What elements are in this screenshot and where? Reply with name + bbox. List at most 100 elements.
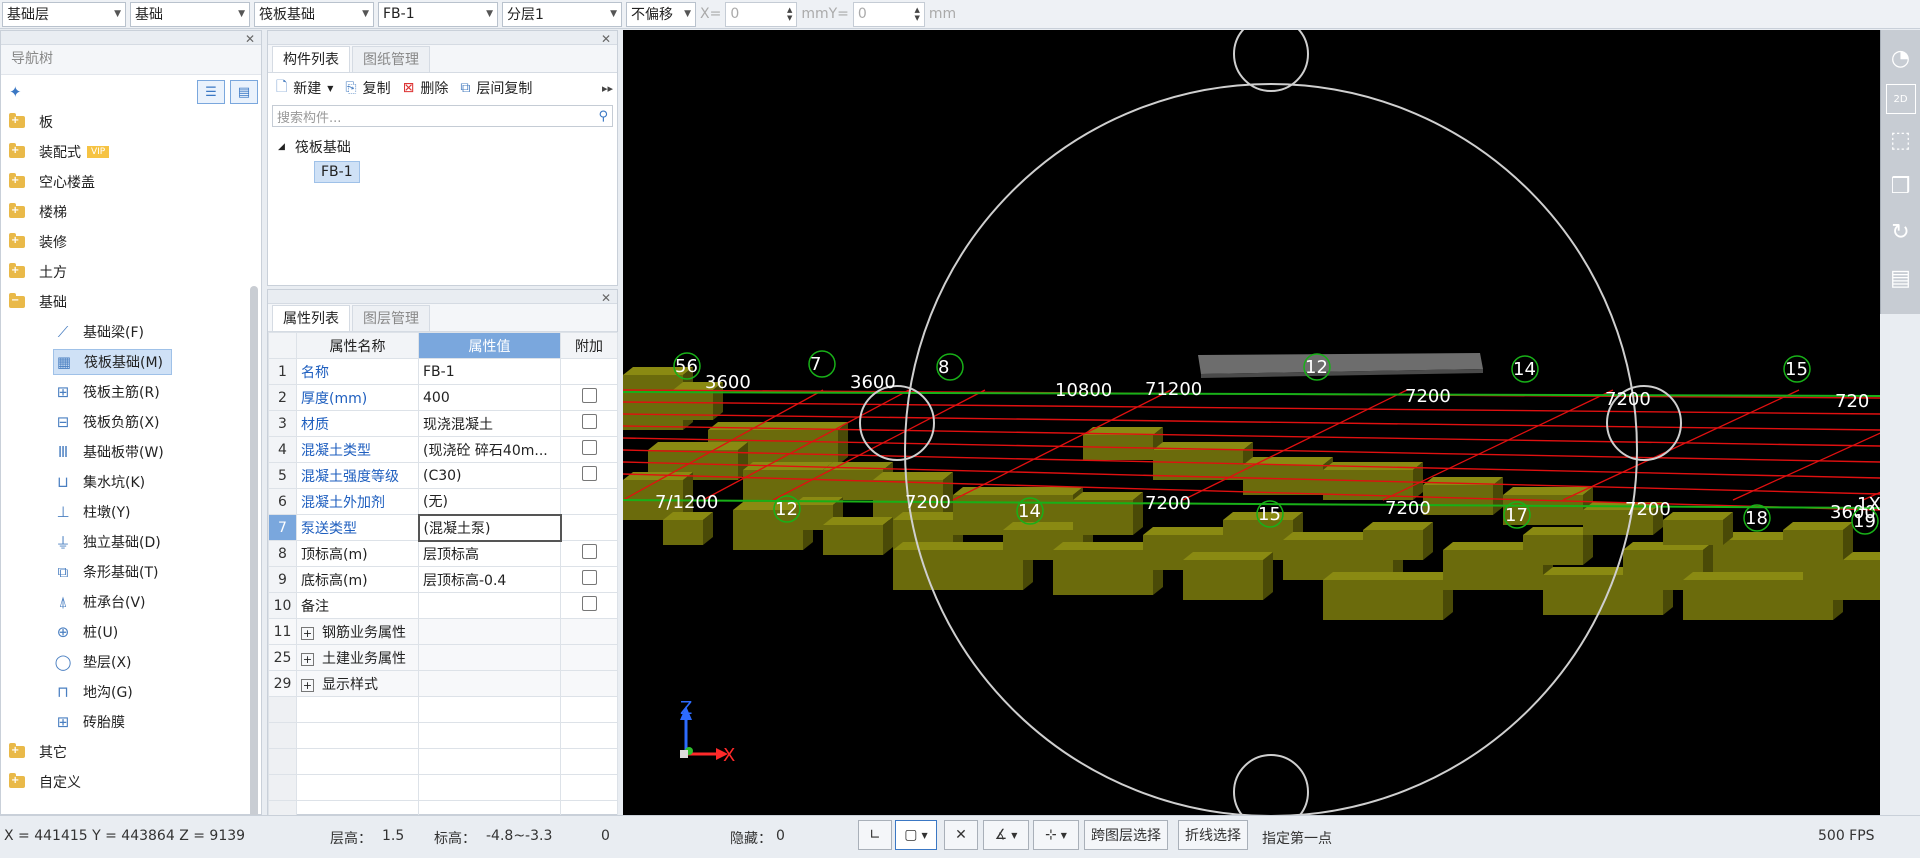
folder-icon[interactable]: +	[9, 263, 25, 278]
property-value[interactable]: 400	[418, 384, 561, 411]
nav-item-strip-footing[interactable]: ⧉ 条形基础(T)	[53, 559, 166, 585]
list-view-icon[interactable]: ☰	[197, 80, 225, 104]
nav-folder-nav.tree5[interactable]: + 土方	[9, 259, 67, 285]
tab-component-list[interactable]: 构件列表	[272, 46, 350, 72]
nav-item-raft-foundation[interactable]: ▦ 筏板基础(M)	[53, 349, 173, 375]
tab-layer-management[interactable]: 图层管理	[352, 305, 430, 331]
component-item-fb1[interactable]: FB-1	[314, 161, 360, 183]
property-value[interactable]: (混凝土泵)	[417, 513, 562, 542]
raft-slab[interactable]	[1198, 353, 1483, 378]
expand-icon[interactable]: +	[301, 678, 314, 692]
viewport-canvas[interactable]: 56 3600 7 3600 8 10800 71200 12 7200 14 7200 15 720 7…	[623, 30, 1880, 815]
nav-folder-nav.tree4[interactable]: + 装修	[9, 229, 67, 255]
close-icon[interactable]: ✕	[601, 291, 611, 305]
property-row[interactable]: 10 备注	[268, 592, 618, 619]
nav-scrollbar[interactable]	[250, 286, 258, 826]
3d-view-icon[interactable]: ⬚	[1885, 120, 1917, 160]
property-row[interactable]: 7 泵送类型 (混凝土泵)	[268, 513, 618, 542]
property-group-row[interactable]: 25 + 土建业务属性	[268, 644, 618, 671]
orthogonal-icon[interactable]: ∟	[858, 820, 892, 850]
nav-item-sump-pit[interactable]: ⊔ 集水坑(K)	[53, 469, 153, 495]
nav-item-beam[interactable]: ⟋ 基础梁(F)	[53, 319, 152, 345]
delete-button[interactable]: ⊠ 删除	[403, 78, 449, 98]
nav-item-isolated-footing[interactable]: ⏚ 独立基础(D)	[53, 529, 169, 555]
nav-item-brick-mold[interactable]: ⊞ 砖胎膜	[53, 709, 133, 735]
orbit-icon[interactable]: ◔	[1885, 38, 1917, 78]
layer-select[interactable]: 分层1 ▼	[502, 1, 622, 27]
offset-select[interactable]: 不偏移 ▼	[626, 1, 696, 27]
extra-checkbox[interactable]	[581, 544, 597, 559]
new-button[interactable]: 🗋 新建 ▼	[276, 76, 333, 100]
close-icon[interactable]: ✕	[601, 32, 611, 46]
property-value[interactable]: 层顶标高	[418, 540, 561, 567]
spin-arrows-icon[interactable]: ▲ ▼	[787, 6, 792, 22]
property-group-row[interactable]: 29 + 显示样式	[268, 670, 618, 697]
nav-item-pile[interactable]: ⊕ 桩(U)	[53, 619, 126, 645]
folder-icon[interactable]: +	[9, 113, 25, 128]
nav-folder-nav.tree2[interactable]: + 空心楼盖	[9, 169, 95, 195]
x-offset-input[interactable]: 0 ▲ ▼	[725, 1, 798, 27]
nav-folder-nav.tree_after1[interactable]: + 自定义	[9, 769, 81, 795]
property-value[interactable]: 层顶标高-0.4	[418, 566, 561, 593]
tab-drawing-management[interactable]: 图纸管理	[352, 46, 430, 72]
component-search-input[interactable]: 搜索构件... ⚲	[272, 105, 613, 127]
folder-icon[interactable]: +	[9, 143, 25, 158]
nav-folder-nav.tree6[interactable]: − 基础	[9, 289, 67, 315]
expand-icon[interactable]: +	[301, 626, 314, 640]
cross-layer-select-button[interactable]: 跨图层选择	[1084, 820, 1168, 850]
extra-checkbox[interactable]	[581, 440, 597, 455]
folder-icon[interactable]: +	[9, 743, 25, 758]
nav-item-pile-cap[interactable]: ⍋ 桩承台(V)	[53, 589, 154, 615]
3d-viewport[interactable]: 56 3600 7 3600 8 10800 71200 12 7200 14 7200 15 720 7…	[623, 30, 1880, 815]
panel-view-icon[interactable]: ▤	[230, 80, 258, 104]
property-group-name[interactable]: + 钢筋业务属性	[296, 618, 419, 645]
property-row[interactable]: 1 名称 FB-1	[268, 358, 618, 385]
folder-icon[interactable]: +	[9, 203, 25, 218]
folder-icon[interactable]: +	[9, 233, 25, 248]
polyline-select-button[interactable]: 折线选择	[1178, 820, 1248, 850]
property-group-name[interactable]: + 土建业务属性	[296, 644, 419, 671]
pin-icon[interactable]: ✦	[9, 83, 22, 101]
property-value[interactable]: FB-1	[418, 358, 561, 385]
floor-copy-button[interactable]: ⧉ 层间复制	[460, 78, 532, 98]
property-group-name[interactable]: + 显示样式	[296, 670, 419, 697]
property-value[interactable]: (现浇砼 碎石40m...	[418, 436, 561, 463]
search-icon[interactable]: ⚲	[598, 109, 608, 124]
cube-view-icon[interactable]: ❒	[1885, 166, 1917, 206]
more-icon[interactable]: ▸▸	[602, 82, 613, 95]
property-row[interactable]: 5 混凝土强度等级 (C30)	[268, 462, 618, 489]
component-select[interactable]: FB-1 ▼	[378, 1, 498, 27]
expand-icon[interactable]: +	[301, 652, 314, 666]
nav-item-raft-negative-rebar[interactable]: ⊟ 筏板负筋(X)	[53, 409, 168, 435]
nav-item-foundation-strip[interactable]: Ⅲ 基础板带(W)	[53, 439, 172, 465]
property-row[interactable]: 8 顶标高(m) 层顶标高	[268, 540, 618, 567]
copy-button[interactable]: ⎘ 复制	[345, 78, 390, 98]
type-select[interactable]: 筏板基础 ▼	[254, 1, 374, 27]
property-row[interactable]: 2 厚度(mm) 400	[268, 384, 618, 411]
property-row[interactable]: 3 材质 现浇混凝土	[268, 410, 618, 437]
property-row[interactable]: 9 底标高(m) 层顶标高-0.4	[268, 566, 618, 593]
folder-icon[interactable]: +	[9, 773, 25, 788]
category-select[interactable]: 基础 ▼	[130, 1, 250, 27]
spin-arrows-icon[interactable]: ▲ ▼	[915, 6, 920, 22]
folder-icon[interactable]: +	[9, 173, 25, 188]
view-settings-icon[interactable]: ▤	[1885, 258, 1917, 298]
tab-property-list[interactable]: 属性列表	[272, 305, 350, 331]
y-offset-input[interactable]: 0 ▲ ▼	[852, 1, 925, 27]
extra-checkbox[interactable]	[581, 466, 597, 481]
extra-checkbox[interactable]	[581, 414, 597, 429]
angle-snap-icon[interactable]: ∡ ▼	[983, 820, 1029, 850]
folder-open-icon[interactable]: −	[9, 293, 25, 308]
extra-checkbox[interactable]	[581, 388, 597, 403]
nav-item-cushion-layer[interactable]: ◯ 垫层(X)	[53, 649, 140, 675]
component-group[interactable]: ◢ 筏板基础	[278, 137, 351, 157]
nav-folder-nav.tree3[interactable]: + 楼梯	[9, 199, 67, 225]
close-icon[interactable]: ✕	[245, 32, 255, 46]
property-value[interactable]: (C30)	[418, 462, 561, 489]
rect-select-icon[interactable]: ▢ ▼	[895, 820, 937, 850]
nav-folder-nav.tree_after0[interactable]: + 其它	[9, 739, 67, 765]
extra-checkbox[interactable]	[581, 570, 597, 585]
cross-select-icon[interactable]: ✕	[944, 820, 978, 850]
nav-folder-nav.tree1[interactable]: + 装配式 VIP	[9, 139, 110, 165]
property-group-row[interactable]: 11 + 钢筋业务属性	[268, 618, 618, 645]
